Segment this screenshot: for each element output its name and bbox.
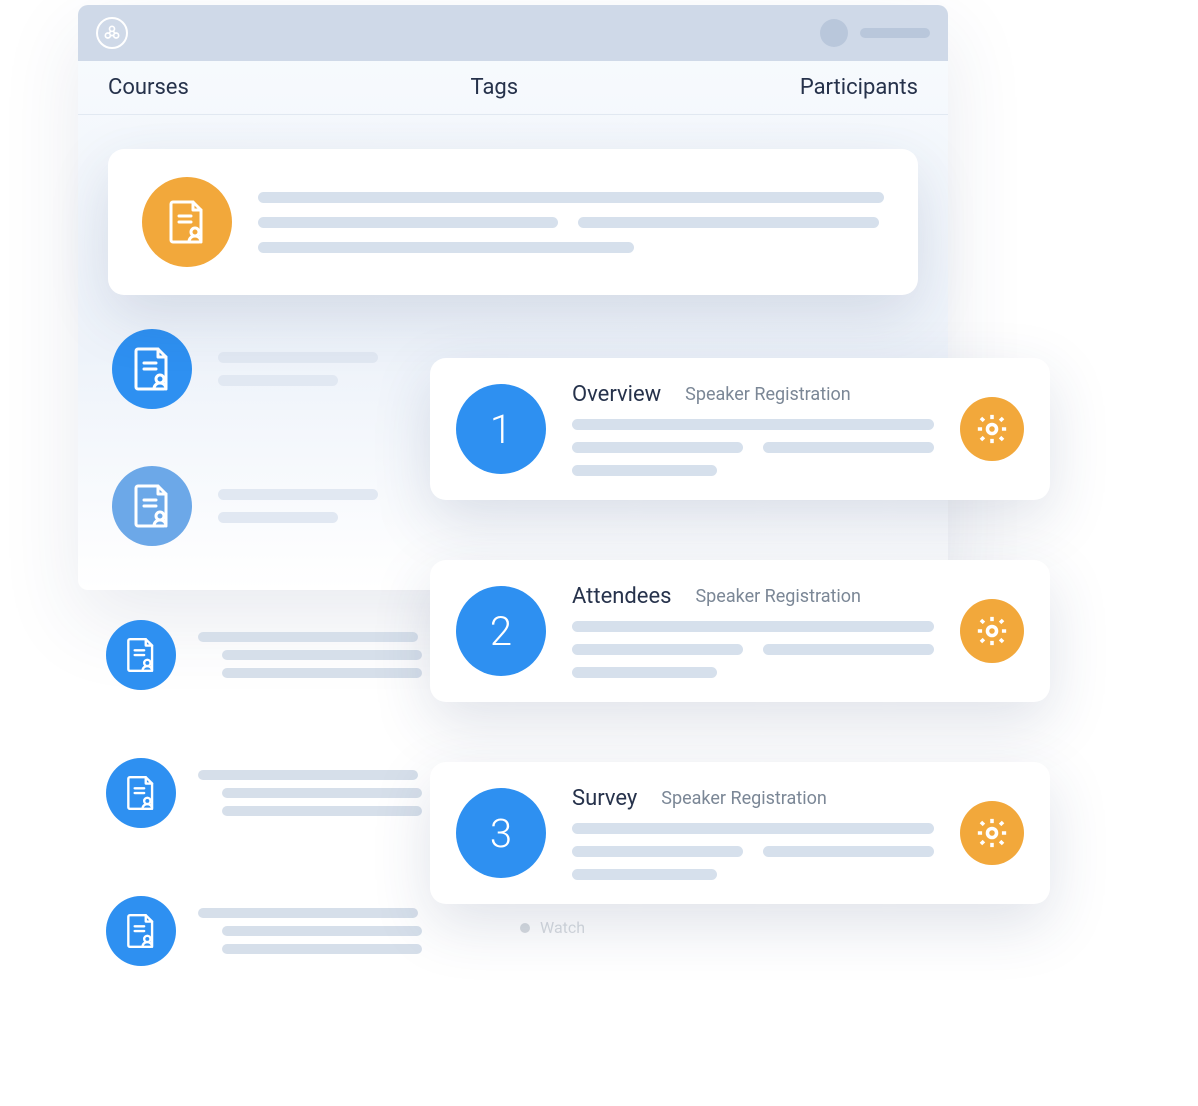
mini-list: [106, 620, 422, 966]
watch-peek: Watch: [520, 918, 585, 937]
tab-participants[interactable]: Participants: [800, 75, 918, 100]
step-cards: 1 Overview Speaker Registration 2 Attend…: [430, 358, 1050, 904]
tab-bar: Courses Tags Participants: [78, 61, 948, 115]
document-person-icon: [106, 758, 176, 828]
list-item[interactable]: [106, 896, 422, 966]
document-person-icon: [106, 896, 176, 966]
step-title: Attendees: [572, 584, 671, 609]
tab-courses[interactable]: Courses: [108, 75, 189, 100]
avatar[interactable]: [820, 19, 848, 47]
settings-button[interactable]: [960, 397, 1024, 461]
list-item[interactable]: [106, 620, 422, 690]
tab-tags[interactable]: Tags: [471, 75, 519, 100]
watch-label: Watch: [540, 918, 585, 937]
course-row-lines: [218, 352, 378, 386]
settings-button[interactable]: [960, 801, 1024, 865]
list-item-lines: [198, 908, 422, 954]
gear-icon: [975, 816, 1009, 850]
list-item[interactable]: [106, 758, 422, 828]
document-person-icon: [142, 177, 232, 267]
course-card-lines: [258, 192, 884, 253]
list-item-lines: [198, 770, 422, 816]
document-person-icon: [112, 329, 192, 409]
titlebar: [78, 5, 948, 61]
document-person-icon: [106, 620, 176, 690]
step-number-badge: 2: [456, 586, 546, 676]
step-title: Survey: [572, 786, 637, 811]
step-subtitle: Speaker Registration: [661, 788, 827, 809]
step-card-overview[interactable]: 1 Overview Speaker Registration: [430, 358, 1050, 500]
status-dot-icon: [520, 923, 530, 933]
user-area[interactable]: [820, 19, 930, 47]
step-card-attendees[interactable]: 2 Attendees Speaker Registration: [430, 560, 1050, 702]
step-title: Overview: [572, 382, 661, 407]
gear-icon: [975, 614, 1009, 648]
course-row-lines: [218, 489, 378, 523]
step-card-survey[interactable]: 3 Survey Speaker Registration: [430, 762, 1050, 904]
app-logo-icon: [96, 17, 128, 49]
step-number-badge: 3: [456, 788, 546, 878]
document-person-icon: [112, 466, 192, 546]
gear-icon: [975, 412, 1009, 446]
username-placeholder: [860, 28, 930, 38]
settings-button[interactable]: [960, 599, 1024, 663]
step-subtitle: Speaker Registration: [685, 384, 851, 405]
step-number-badge: 1: [456, 384, 546, 474]
list-item-lines: [198, 632, 422, 678]
step-subtitle: Speaker Registration: [695, 586, 861, 607]
course-card-featured[interactable]: [108, 149, 918, 295]
